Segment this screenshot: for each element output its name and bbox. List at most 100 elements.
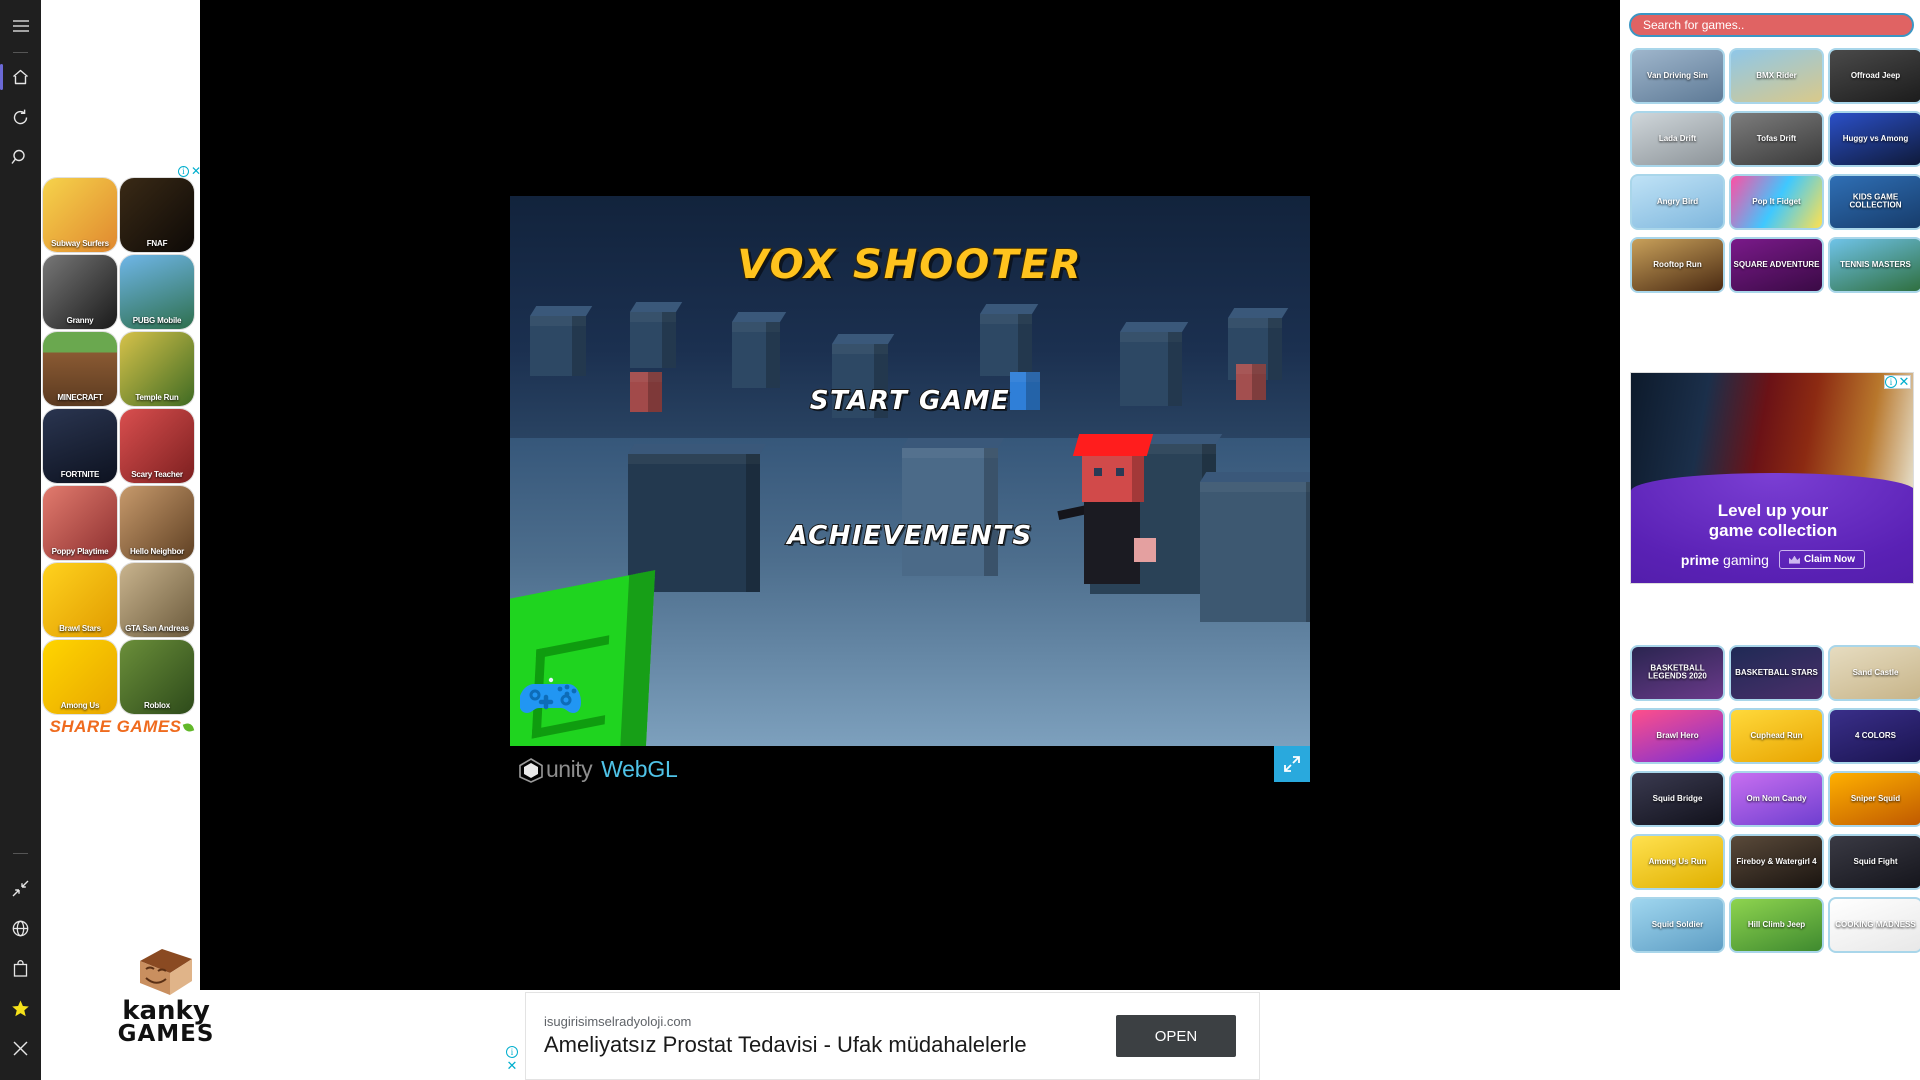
game-tile-label: Lada Drift — [1658, 133, 1697, 143]
fullscreen-button[interactable] — [1274, 746, 1310, 782]
logo-line-1: kanky — [122, 996, 210, 1026]
kanky-box-icon — [136, 945, 196, 997]
game-tile-label: Tofas Drift — [1756, 133, 1797, 143]
bottom-ad-open-button[interactable]: OPEN — [1116, 1015, 1236, 1057]
left-ad-tile-label: Temple Run — [135, 393, 179, 402]
game-tile[interactable]: Brawl Hero — [1630, 708, 1725, 764]
search-input[interactable] — [1629, 13, 1914, 37]
menu-item-start-game[interactable]: START GAME — [510, 385, 1310, 417]
ad-info-icon[interactable]: i — [177, 166, 189, 177]
left-ad-tile[interactable]: Subway Surfers — [43, 178, 117, 252]
left-ad-tile[interactable]: Scary Teacher — [120, 409, 194, 483]
game-tile[interactable]: Rooftop Run — [1630, 237, 1725, 293]
game-tile[interactable]: Angry Bird — [1630, 174, 1725, 230]
game-tile[interactable]: Among Us Run — [1630, 834, 1725, 890]
game-tile[interactable]: COOKING MADNESS — [1828, 897, 1920, 953]
game-tile-label: Among Us Run — [1648, 856, 1707, 866]
game-tile-label: Cuphead Run — [1750, 730, 1803, 740]
game-tile-label: BASKETBALL STARS — [1735, 667, 1818, 677]
left-ad-tile[interactable]: Temple Run — [120, 332, 194, 406]
game-tile[interactable]: Offroad Jeep — [1828, 48, 1920, 104]
left-ad-tile-label: Among Us — [60, 701, 100, 710]
left-ad-tile-label: MINECRAFT — [57, 393, 103, 402]
unity-word: unity — [546, 756, 593, 782]
game-tile[interactable]: TENNIS MASTERS — [1828, 237, 1920, 293]
character-eye-left — [1094, 468, 1102, 476]
unity-game-canvas[interactable]: VOX SHOOTER START GAME ACHIEVEMENTS — [510, 196, 1310, 746]
claim-now-button[interactable]: Claim Now — [1778, 550, 1866, 570]
prime-ad-footer: prime gaming Claim Now — [1631, 550, 1913, 570]
prime-ad-badge[interactable]: i ✕ — [1884, 375, 1911, 389]
left-ad-tile-grid: Subway Surfers FNAF Granny PUBG Mobile MINEC… — [43, 178, 201, 714]
game-tile[interactable]: BASKETBALL LEGENDS 2020 — [1630, 645, 1725, 701]
bag-icon[interactable] — [0, 948, 41, 988]
left-ad-tile[interactable]: Brawl Stars — [43, 563, 117, 637]
left-ad-tile[interactable]: FORTNITE — [43, 409, 117, 483]
game-tile[interactable]: Sand Castle — [1828, 645, 1920, 701]
game-tile[interactable]: 4 COLORS — [1828, 708, 1920, 764]
left-ad-tile[interactable]: Hello Neighbor — [120, 486, 194, 560]
gaming-word: gaming — [1723, 551, 1769, 568]
ad-close-icon[interactable]: ✕ — [1898, 375, 1910, 388]
share-games-logo[interactable]: SHARE GAMES — [43, 716, 201, 738]
rail-divider-top — [13, 52, 28, 53]
right-sidebar: Van Driving Sim BMX Rider Offroad Jeep Lada… — [1620, 0, 1920, 1080]
left-ad-tile-label: PUBG Mobile — [132, 316, 182, 325]
bottom-ad-badge[interactable]: i ✕ — [506, 1046, 518, 1072]
bottom-ad-banner[interactable]: isugirisimselradyoloji.com Ameliyatsız P… — [506, 992, 1260, 1080]
bg-cube — [902, 448, 998, 576]
prime-word: prime — [1680, 551, 1720, 568]
game-tile[interactable]: SQUARE ADVENTURE — [1729, 237, 1824, 293]
left-ad-tile-label: GTA San Andreas — [125, 624, 189, 633]
game-tile[interactable]: BASKETBALL STARS — [1729, 645, 1824, 701]
game-tile[interactable]: Hill Climb Jeep — [1729, 897, 1824, 953]
ad-info-icon[interactable]: i — [1885, 376, 1897, 388]
sidebar-item-home[interactable] — [0, 57, 41, 97]
game-tile[interactable]: Lada Drift — [1630, 111, 1725, 167]
left-ad-tile[interactable]: Roblox — [120, 640, 194, 714]
game-tile[interactable]: Squid Bridge — [1630, 771, 1725, 827]
game-tile[interactable]: Van Driving Sim — [1630, 48, 1725, 104]
game-tile[interactable]: Squid Fight — [1828, 834, 1920, 890]
search-icon[interactable] — [0, 137, 41, 177]
left-ad-tile[interactable]: GTA San Andreas — [120, 563, 194, 637]
left-ad-tile[interactable]: FNAF — [120, 178, 194, 252]
game-tile[interactable]: Tofas Drift — [1729, 111, 1824, 167]
globe-icon[interactable] — [0, 908, 41, 948]
prime-gaming-ad[interactable]: i ✕ Level up your game collection prime g… — [1630, 372, 1914, 584]
game-tile[interactable]: Fireboy & Watergirl 4 — [1729, 834, 1824, 890]
menu-item-achievements[interactable]: ACHIEVEMENTS — [510, 520, 1310, 552]
menu-icon[interactable] — [0, 6, 41, 46]
left-ad-badge[interactable]: i ✕ — [177, 165, 201, 177]
game-tile-label: Angry Bird — [1656, 196, 1699, 206]
game-tile[interactable]: Pop It Fidget — [1729, 174, 1824, 230]
game-tile-label: Van Driving Sim — [1647, 70, 1708, 80]
ad-info-icon[interactable]: i — [506, 1046, 518, 1058]
game-tile[interactable]: Squid Soldier — [1630, 897, 1725, 953]
game-tile-label: Hill Climb Jeep — [1747, 919, 1806, 929]
left-ad-tile[interactable]: PUBG Mobile — [120, 255, 194, 329]
left-ad-tile[interactable]: MINECRAFT — [43, 332, 117, 406]
game-tile-label: Fireboy & Watergirl 4 — [1736, 856, 1817, 866]
left-ad-tile[interactable]: Granny — [43, 255, 117, 329]
game-tile[interactable]: KIDS GAME COLLECTION — [1828, 174, 1920, 230]
game-tile[interactable]: Huggy vs Among — [1828, 111, 1920, 167]
left-ad-tile[interactable]: Poppy Playtime — [43, 486, 117, 560]
game-tile-label: BASKETBALL LEGENDS 2020 — [1648, 663, 1707, 681]
rail-divider-bottom — [13, 853, 28, 854]
collapse-icon[interactable] — [0, 868, 41, 908]
game-tile-label: Squid Bridge — [1652, 793, 1703, 803]
close-icon[interactable] — [0, 1028, 41, 1068]
star-icon[interactable] — [0, 988, 41, 1028]
left-ad-tile-label: Scary Teacher — [131, 470, 183, 479]
refresh-icon[interactable] — [0, 97, 41, 137]
game-tile[interactable]: BMX Rider — [1729, 48, 1824, 104]
game-tile[interactable]: Om Nom Candy — [1729, 771, 1824, 827]
game-tile-label: Brawl Hero — [1656, 730, 1699, 740]
game-tile-label: Huggy vs Among — [1842, 133, 1909, 143]
game-tile[interactable]: Sniper Squid — [1828, 771, 1920, 827]
left-ad-tile[interactable]: Among Us — [43, 640, 117, 714]
game-tile[interactable]: Cuphead Run — [1729, 708, 1824, 764]
ad-close-icon[interactable]: ✕ — [506, 1059, 518, 1072]
bg-cube — [530, 316, 586, 376]
